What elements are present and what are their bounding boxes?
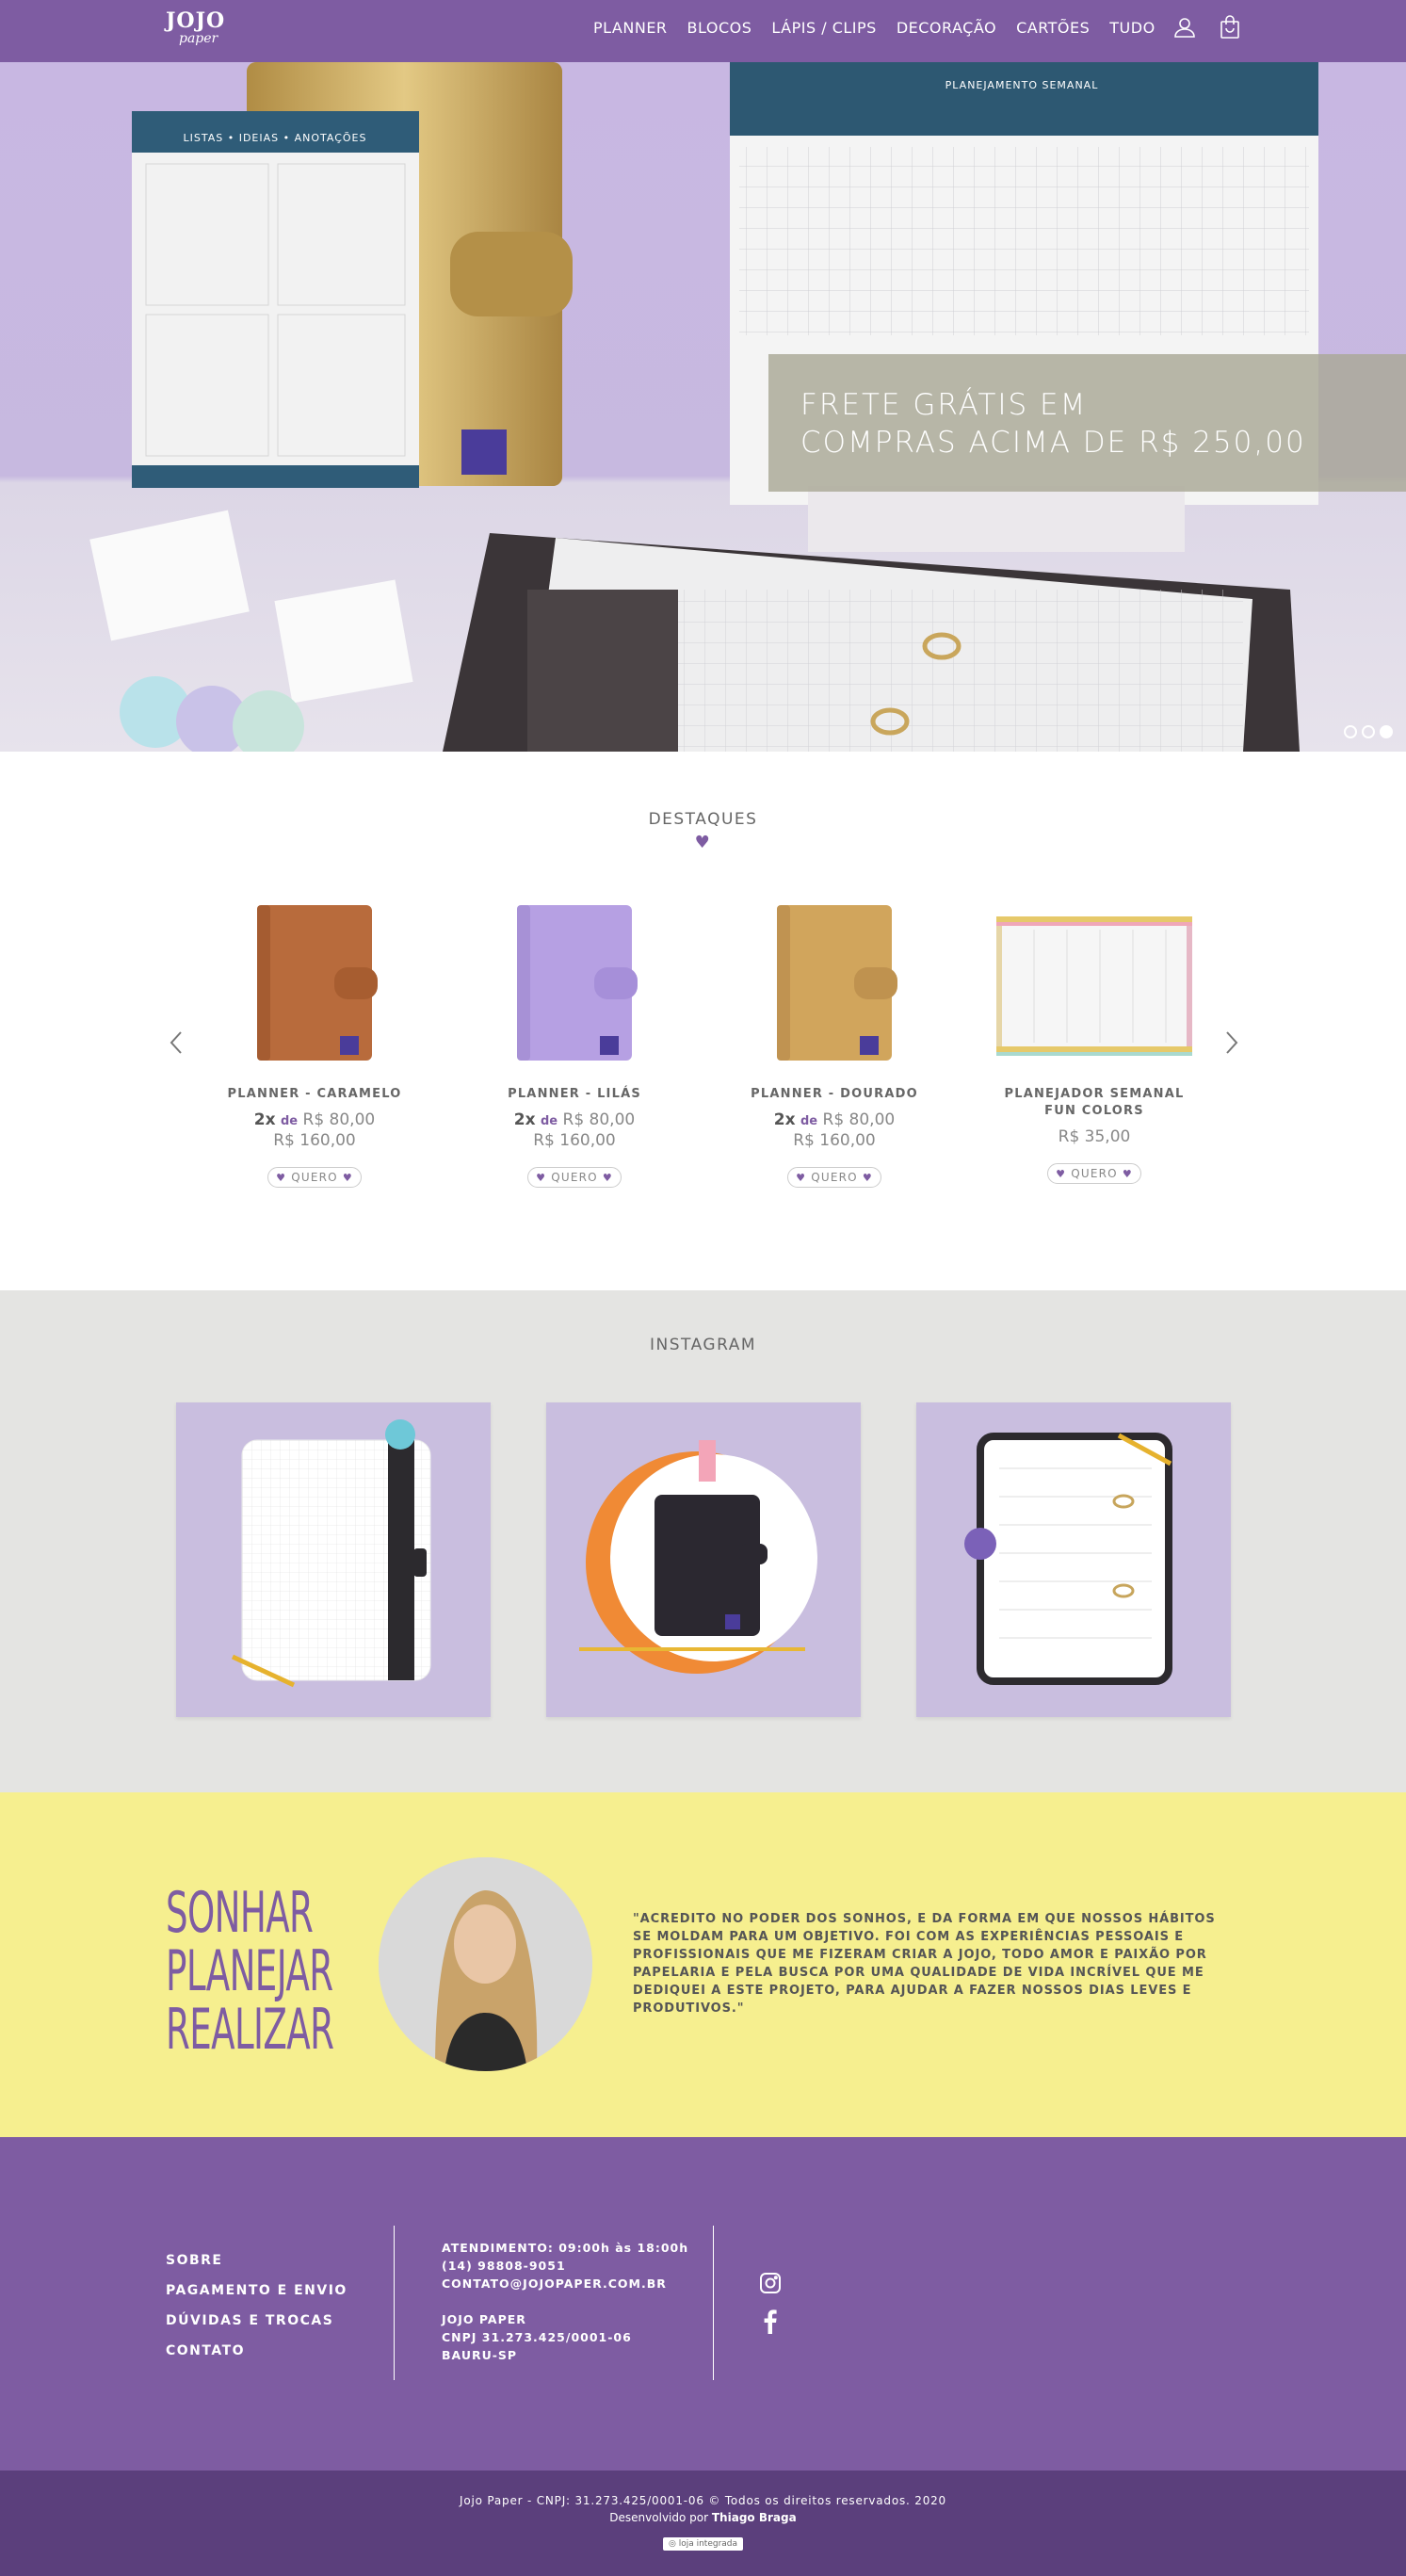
- footer-links: SOBRE PAGAMENTO E ENVIO DÚVIDAS E TROCAS…: [166, 2245, 347, 2366]
- company-name: JOJO PAPER: [442, 2312, 526, 2326]
- founder-photo: [379, 1857, 592, 2071]
- site-header: JOJO paper PLANNER BLOCOS LÁPIS / CLIPS …: [0, 0, 1406, 62]
- product-name: PLANEJADOR SEMANAL FUN COLORS: [1004, 1087, 1185, 1118]
- heart-icon: ♥: [602, 1172, 613, 1184]
- footer-link-contato[interactable]: CONTATO: [166, 2336, 347, 2366]
- heart-icon: ♥: [342, 1172, 353, 1184]
- heart-icon: ♥: [796, 1172, 807, 1184]
- carousel-next-arrow[interactable]: [1220, 1029, 1242, 1057]
- promo-line-2: COMPRAS ACIMA DE R$ 250,00: [800, 426, 1306, 460]
- service-hours: ATENDIMENTO: 09:00h às 18:00h: [442, 2241, 689, 2255]
- user-icon[interactable]: [1172, 15, 1197, 40]
- nav-cartoes[interactable]: CARTÕES: [1016, 19, 1090, 37]
- developer-link[interactable]: Thiago Braga: [712, 2511, 797, 2524]
- product-price: R$ 160,00: [793, 1131, 876, 1150]
- heart-icon: ♥: [1056, 1168, 1067, 1180]
- facebook-icon[interactable]: [759, 2309, 784, 2334]
- social-links: [759, 2272, 784, 2347]
- nav-decoracao[interactable]: DECORAÇÃO: [897, 19, 996, 37]
- platform-badge[interactable]: ◎ loja integrada: [662, 2537, 744, 2551]
- slider-dots: [1344, 725, 1393, 738]
- footer-divider: [713, 2226, 714, 2380]
- product-price: R$ 35,00: [1058, 1127, 1131, 1146]
- instagram-post[interactable]: [546, 1402, 861, 1717]
- slogan-line-1: SONHAR: [166, 1880, 314, 1946]
- shopping-bag-icon[interactable]: [1219, 15, 1243, 40]
- carousel-prev-arrow[interactable]: [166, 1029, 188, 1057]
- slider-dot-1[interactable]: [1344, 725, 1357, 738]
- footer-link-duvidas[interactable]: DÚVIDAS E TROCAS: [166, 2306, 347, 2336]
- product-name: PLANNER - DOURADO: [751, 1087, 918, 1101]
- instagram-post[interactable]: [916, 1402, 1231, 1717]
- logo-wordmark: JOJO: [166, 8, 226, 33]
- company-city: BAURU-SP: [442, 2348, 518, 2362]
- phone[interactable]: (14) 98808-9051: [442, 2257, 688, 2275]
- slider-dot-2[interactable]: [1362, 725, 1375, 738]
- product-image[interactable]: [207, 899, 422, 1069]
- slider-dot-3[interactable]: [1380, 725, 1393, 738]
- slogan-line-2: PLANEJAR: [166, 1938, 333, 2004]
- featured-title: DESTAQUES: [648, 810, 758, 829]
- copyright-text: Jojo Paper - CNPJ: 31.273.425/0001-06 © …: [460, 2494, 946, 2507]
- footer-link-pagamento[interactable]: PAGAMENTO E ENVIO: [166, 2276, 347, 2306]
- product-card[interactable]: PLANNER - CARAMELO 2x de R$ 80,00 R$ 160…: [207, 899, 422, 1188]
- buy-button[interactable]: ♥ QUERO ♥: [267, 1167, 362, 1188]
- product-name: PLANNER - CARAMELO: [227, 1087, 402, 1101]
- slogan: SONHAR PLANEJAR REALIZAR: [166, 1880, 334, 2063]
- heart-icon: ♥: [862, 1172, 873, 1184]
- nav-blocos[interactable]: BLOCOS: [687, 19, 752, 37]
- buy-button[interactable]: ♥ QUERO ♥: [787, 1167, 881, 1188]
- heart-icon: ♥: [276, 1172, 287, 1184]
- footer-divider: [394, 2226, 395, 2380]
- founder-quote: "ACREDITO NO PODER DOS SONHOS, E DA FORM…: [633, 1912, 1216, 2016]
- developer-credit: Desenvolvido por Thiago Braga: [609, 2511, 797, 2524]
- product-image[interactable]: [467, 899, 682, 1069]
- copyright-bar: Jojo Paper - CNPJ: 31.273.425/0001-06 © …: [0, 2471, 1406, 2576]
- heart-icon: ♥: [694, 833, 712, 852]
- product-installments: 2x de R$ 80,00: [773, 1110, 896, 1129]
- footer-link-sobre[interactable]: SOBRE: [166, 2245, 347, 2276]
- promo-line-1: FRETE GRÁTIS EM: [800, 388, 1088, 422]
- product-price: R$ 160,00: [273, 1131, 356, 1150]
- email[interactable]: CONTATO@JOJOPAPER.COM.BR: [442, 2275, 688, 2292]
- instagram-title: INSTAGRAM: [649, 1336, 756, 1354]
- main-nav: PLANNER BLOCOS LÁPIS / CLIPS DECORAÇÃO C…: [593, 19, 1156, 37]
- heart-icon: ♥: [1122, 1168, 1133, 1180]
- nav-planner[interactable]: PLANNER: [593, 19, 668, 37]
- product-card[interactable]: PLANEJADOR SEMANAL FUN COLORS R$ 35,00 ♥…: [987, 899, 1202, 1184]
- buy-button[interactable]: ♥ QUERO ♥: [527, 1167, 622, 1188]
- buy-button[interactable]: ♥ QUERO ♥: [1047, 1163, 1141, 1184]
- logo[interactable]: JOJO paper: [166, 9, 232, 53]
- nav-lapis-clips[interactable]: LÁPIS / CLIPS: [771, 19, 876, 37]
- logo-script: paper: [179, 31, 218, 46]
- nav-tudo[interactable]: TUDO: [1109, 19, 1155, 37]
- notepad-title: LISTAS • IDEIAS • ANOTAÇÕES: [184, 132, 367, 144]
- heart-icon: ♥: [536, 1172, 547, 1184]
- free-shipping-banner: FRETE GRÁTIS EM COMPRAS ACIMA DE R$ 250,…: [768, 354, 1406, 492]
- product-image[interactable]: [987, 899, 1202, 1069]
- instagram-icon[interactable]: [759, 2272, 784, 2296]
- footer-contact: ATENDIMENTO: 09:00h às 18:00h (14) 98808…: [442, 2239, 688, 2364]
- product-card[interactable]: PLANNER - LILÁS 2x de R$ 80,00 R$ 160,00…: [467, 899, 682, 1188]
- product-price: R$ 160,00: [533, 1131, 616, 1150]
- weekly-planner-title: PLANEJAMENTO SEMANAL: [945, 79, 1099, 91]
- hero-banner[interactable]: LISTAS • IDEIAS • ANOTAÇÕES PLANEJAMENTO…: [0, 62, 1406, 752]
- platform-logo-icon: ◎: [668, 2539, 676, 2549]
- product-installments: 2x de R$ 80,00: [253, 1110, 376, 1129]
- product-card[interactable]: PLANNER - DOURADO 2x de R$ 80,00 R$ 160,…: [727, 899, 942, 1188]
- product-installments: 2x de R$ 80,00: [513, 1110, 636, 1129]
- product-image[interactable]: [727, 899, 942, 1069]
- product-name: PLANNER - LILÁS: [508, 1087, 641, 1101]
- company-cnpj: CNPJ 31.273.425/0001-06: [442, 2330, 632, 2344]
- slogan-line-3: REALIZAR: [166, 1997, 334, 2063]
- instagram-post[interactable]: [176, 1402, 491, 1717]
